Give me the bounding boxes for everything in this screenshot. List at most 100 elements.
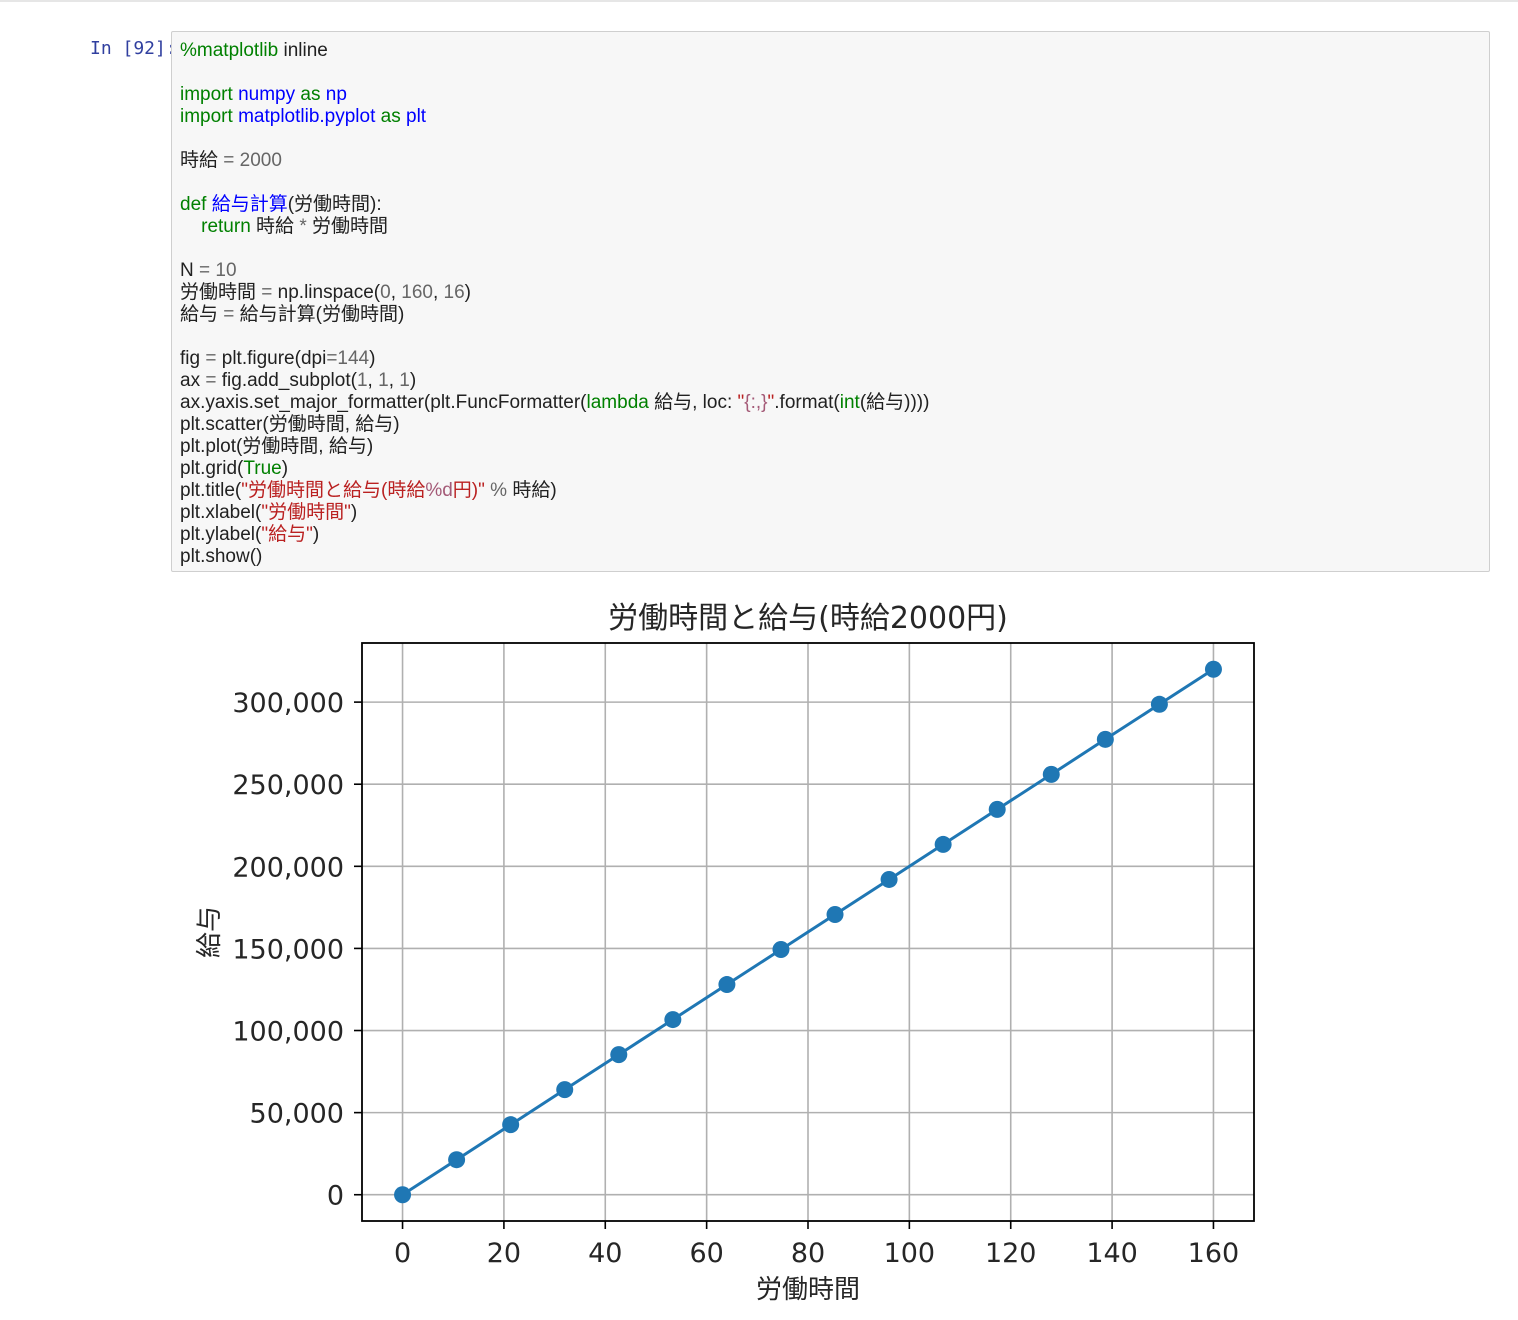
y-tick-label: 100,000 <box>232 1017 344 1048</box>
code-token: int <box>839 392 860 413</box>
code-token: plt.figure(dpi <box>216 348 327 369</box>
code-token: = <box>326 348 338 369</box>
x-tick-label: 100 <box>884 1238 936 1269</box>
y-tick-label: 0 <box>327 1181 344 1212</box>
code-token: 円)" <box>452 480 485 501</box>
line-chart: 0 20 40 60 80 100 120 140 160 0 50,000 100,000 150,0… <box>195 601 1255 1305</box>
code-token: 労働時間 <box>180 282 262 303</box>
code-line: import numpy as np <box>180 84 929 106</box>
code-token: ) <box>312 524 320 545</box>
x-tick-label: 120 <box>985 1238 1037 1269</box>
code-token: numpy <box>238 84 296 105</box>
x-tick-label: 40 <box>588 1238 622 1269</box>
code-token: np <box>325 84 347 105</box>
x-tick-label: 60 <box>689 1238 723 1269</box>
code-token: 144 <box>337 348 370 369</box>
top-divider <box>0 0 1518 2</box>
code-line: 労働時間 = np.linspace(0, 160, 16) <box>180 282 929 304</box>
data-point <box>988 800 1006 818</box>
code-token: ) <box>409 370 417 391</box>
code-token: = <box>199 260 211 281</box>
data-point <box>826 905 844 923</box>
y-axis-label: 給与 <box>195 906 225 958</box>
code-token: fig <box>180 348 206 369</box>
code-editor[interactable]: %matplotlib inline import numpy as np imp… <box>180 40 929 568</box>
code-line: plt.show() <box>180 546 929 568</box>
code-token: ax <box>180 370 206 391</box>
code-line: plt.ylabel("給与") <box>180 524 929 546</box>
cell-prompt: In [92]: <box>90 38 177 59</box>
x-tick-label: 160 <box>1188 1238 1240 1269</box>
code-token: 160 <box>401 282 433 303</box>
code-token: {:,} <box>744 392 768 413</box>
code-token: , <box>390 282 402 303</box>
code-token: plt <box>406 106 427 127</box>
code-token: % <box>490 480 508 501</box>
code-token: , <box>367 370 379 391</box>
code-token: import <box>180 106 233 127</box>
code-line: fig = plt.figure(dpi=144) <box>180 348 929 370</box>
code-line: plt.grid(True) <box>180 458 929 480</box>
data-point <box>880 870 898 888</box>
code-token: 給与計算 <box>211 194 288 215</box>
code-token: as <box>300 84 321 105</box>
data-point <box>394 1186 412 1204</box>
y-tick-label: 250,000 <box>232 770 344 801</box>
code-token: , <box>388 370 400 391</box>
code-token: 給与, loc: <box>648 392 738 413</box>
code-token: "労働時間と給与(時給 <box>241 480 426 501</box>
data-point <box>1096 730 1114 748</box>
code-token: , <box>432 282 444 303</box>
code-token: = <box>205 348 217 369</box>
code-token: 時給 <box>180 150 224 171</box>
code-token: N <box>180 260 199 281</box>
data-point <box>556 1081 574 1099</box>
data-point <box>448 1151 466 1169</box>
code-token: = <box>223 150 235 171</box>
cell-output: 0 20 40 60 80 100 120 140 160 0 50,000 100,000 150,0… <box>171 580 1271 1310</box>
code-token: lambda <box>586 392 649 413</box>
code-token: plt.title( <box>180 480 242 501</box>
code-cell[interactable]: %matplotlib inline import numpy as np imp… <box>171 31 1490 572</box>
code-token: as <box>380 106 401 127</box>
x-tick-label: 0 <box>394 1238 411 1269</box>
code-token: ) <box>369 348 376 369</box>
code-line: N = 10 <box>180 260 929 282</box>
code-token: ax.yaxis.set_major_formatter(plt.FuncFor… <box>180 392 587 413</box>
x-axis-label: 労働時間 <box>756 1275 860 1305</box>
code-token: 1 <box>356 370 368 391</box>
code-token: 時給 <box>250 216 300 237</box>
chart-title: 労働時間と給与(時給2000円) <box>608 601 1008 636</box>
code-token: plt.show() <box>180 546 263 567</box>
y-tick-label: 150,000 <box>232 934 344 965</box>
code-token: (給与)))) <box>859 392 930 413</box>
x-tick-label: 20 <box>487 1238 521 1269</box>
code-token: "給与" <box>261 524 313 545</box>
code-token: = <box>205 370 217 391</box>
code-token: fig.add_subplot( <box>216 370 357 391</box>
code-line: return 時給 * 労働時間 <box>180 216 929 238</box>
data-point <box>664 1011 682 1029</box>
data-point <box>772 941 790 959</box>
code-token: inline <box>278 40 328 61</box>
code-token: 16 <box>443 282 465 303</box>
code-line: import matplotlib.pyplot as plt <box>180 106 929 128</box>
code-token: matplotlib.pyplot <box>238 106 376 127</box>
code-token: = <box>223 304 235 325</box>
code-token: 時給) <box>507 480 557 501</box>
code-token: ) <box>464 282 471 303</box>
code-token: 給与計算(労働時間) <box>234 304 405 325</box>
code-token: plt.grid( <box>180 458 244 479</box>
data-point <box>934 835 952 853</box>
code-token: ) <box>281 458 289 479</box>
code-token: np.linspace( <box>272 282 381 303</box>
code-token: 1 <box>399 370 410 391</box>
code-line: ax.yaxis.set_major_formatter(plt.FuncFor… <box>180 392 929 414</box>
y-tick-label: 300,000 <box>232 688 344 719</box>
data-point <box>1150 695 1168 713</box>
data-point <box>502 1116 520 1134</box>
